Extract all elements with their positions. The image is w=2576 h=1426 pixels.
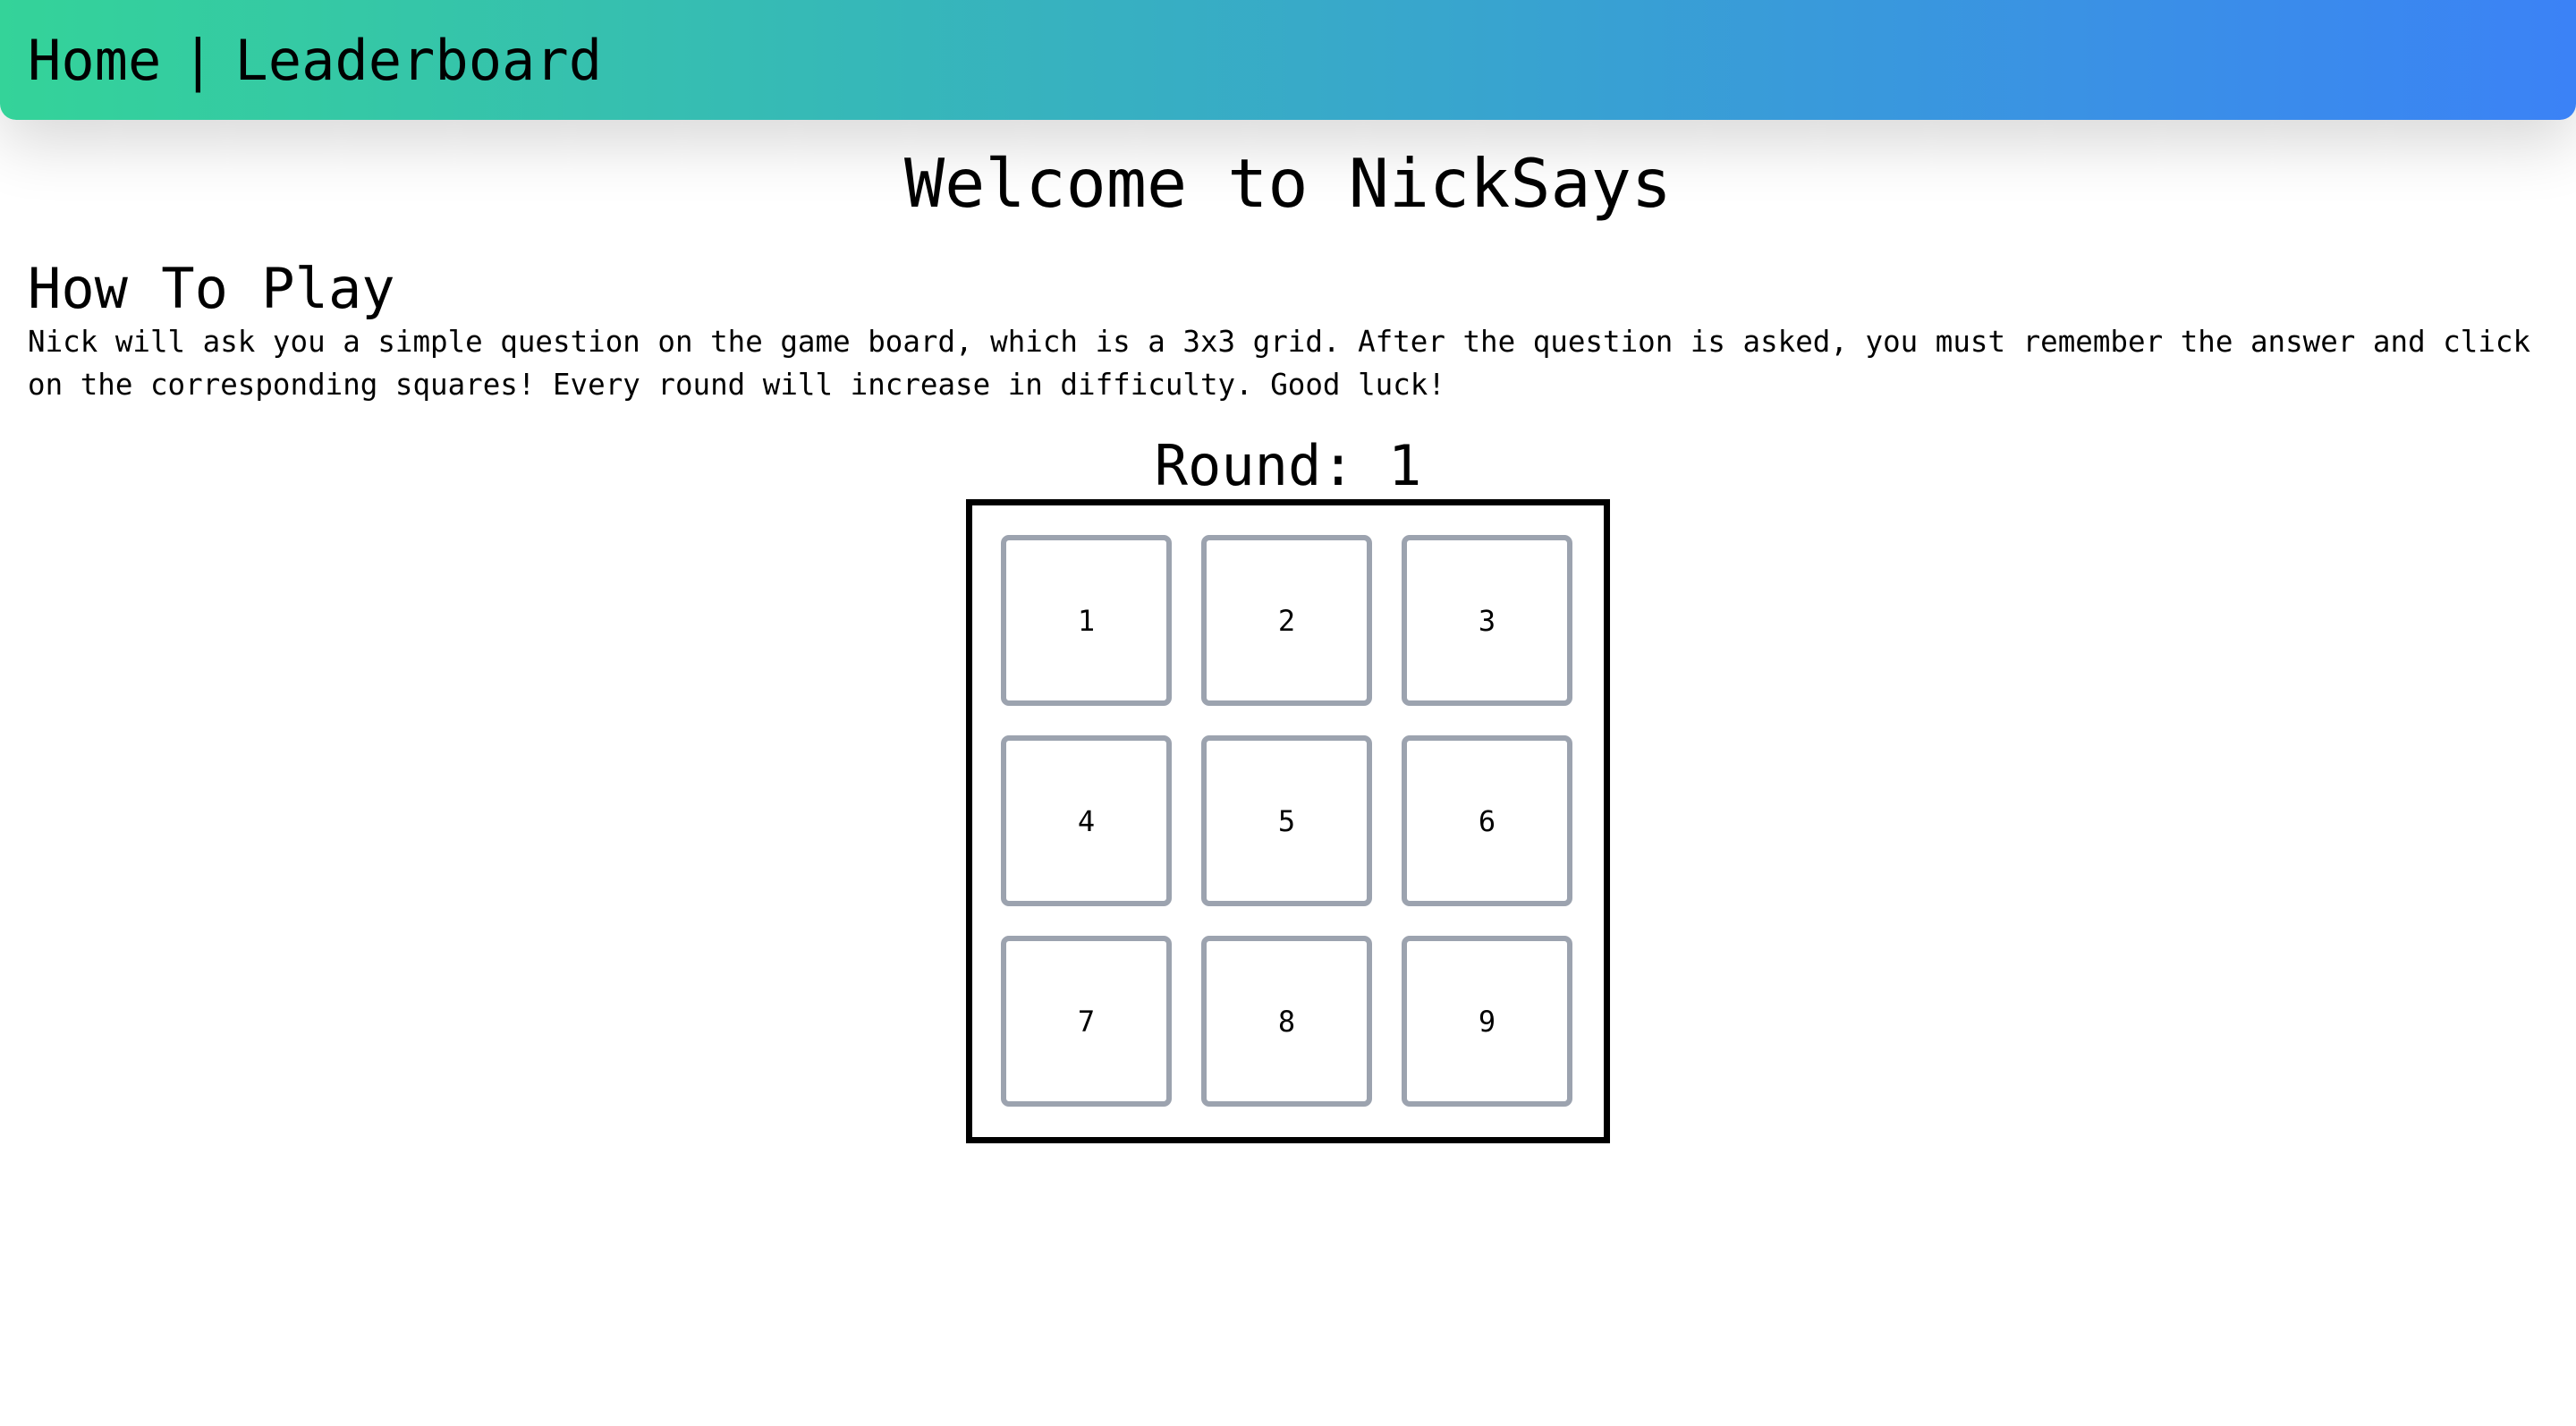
- grid-square-6[interactable]: 6: [1402, 735, 1572, 906]
- grid-square-8[interactable]: 8: [1201, 936, 1372, 1107]
- top-navbar: Home | Leaderboard: [0, 0, 2576, 120]
- round-indicator: Round: 1: [0, 433, 2576, 499]
- grid-square-5[interactable]: 5: [1201, 735, 1372, 906]
- leaderboard-link[interactable]: Leaderboard: [234, 28, 602, 93]
- nav-separator: |: [181, 27, 216, 93]
- grid-square-9[interactable]: 9: [1402, 936, 1572, 1107]
- how-to-play-heading: How To Play: [28, 256, 395, 321]
- how-to-play-text: Nick will ask you a simple question on t…: [28, 325, 2531, 402]
- grid-square-1[interactable]: 1: [1001, 535, 1172, 706]
- grid-square-4[interactable]: 4: [1001, 735, 1172, 906]
- home-link[interactable]: Home: [28, 28, 161, 93]
- grid-square-7[interactable]: 7: [1001, 936, 1172, 1107]
- page-title: Welcome to NickSays: [904, 144, 1672, 223]
- grid-square-2[interactable]: 2: [1201, 535, 1372, 706]
- grid-square-3[interactable]: 3: [1402, 535, 1572, 706]
- round-label: Round:: [1154, 433, 1355, 498]
- game-board: 1 2 3 4 5 6 7 8 9: [966, 499, 1610, 1143]
- round-number: 1: [1387, 433, 1422, 498]
